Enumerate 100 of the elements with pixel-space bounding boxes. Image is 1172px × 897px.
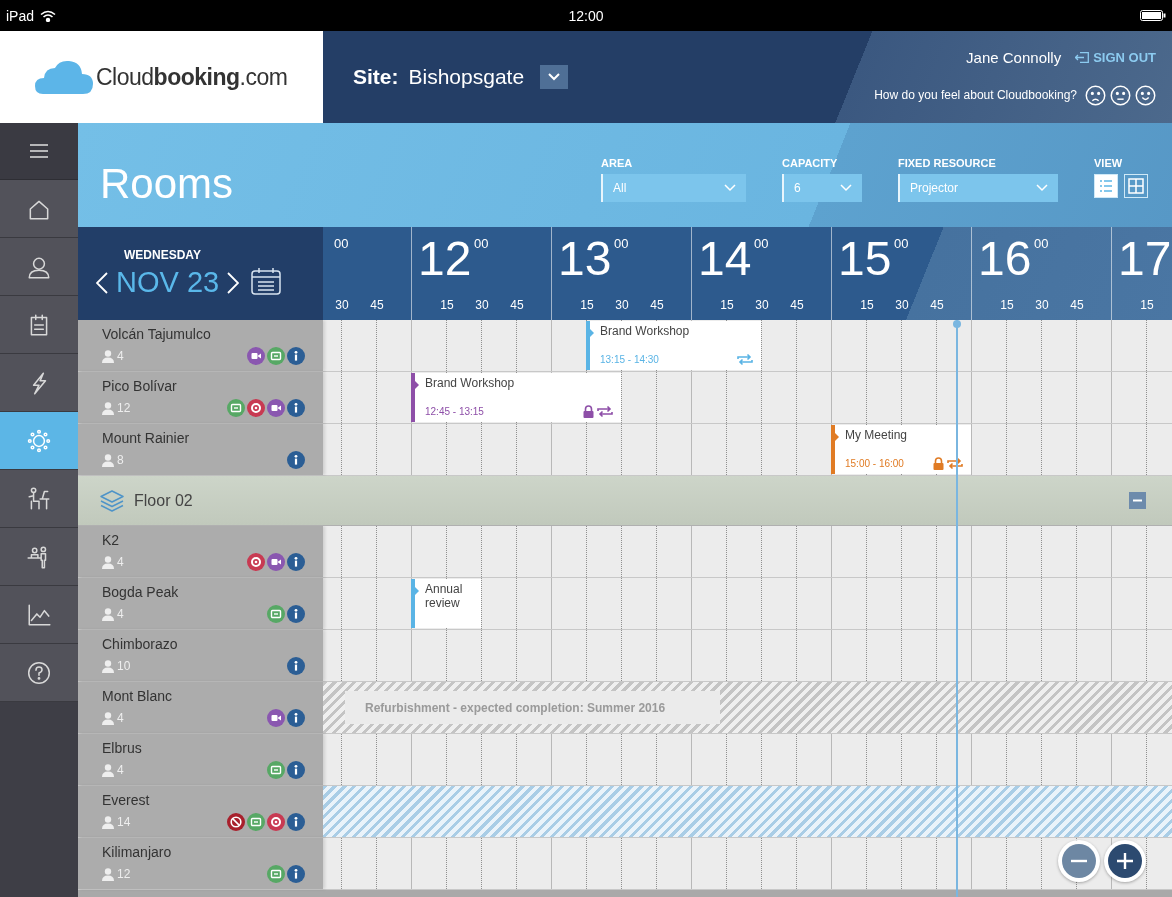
info-icon[interactable] (287, 865, 305, 883)
quarter-label: 15 (999, 298, 1015, 312)
event-time: 13:15 - 14:30 (600, 354, 659, 365)
user-name: Jane Connolly (966, 48, 1062, 66)
filter-label: FIXED RESOURCE (898, 157, 997, 169)
room-info-panel[interactable]: Pico Bolívar 12 (78, 372, 323, 423)
room-name: Kilimanjaro (102, 844, 173, 860)
chevron-left-icon (96, 271, 108, 294)
video-camera-icon[interactable] (267, 399, 285, 417)
room-info-panel[interactable]: Volcán Tajumulco 4 (78, 320, 323, 371)
calendar-button[interactable] (251, 266, 282, 295)
info-icon[interactable] (287, 451, 305, 469)
next-day-button[interactable] (227, 271, 240, 294)
event-card[interactable]: Brand Workshop 13:15 - 14:30 (586, 321, 761, 370)
quarter-label: 45 (929, 298, 945, 312)
site-dropdown-button[interactable] (540, 65, 569, 89)
video-camera-icon[interactable] (247, 347, 265, 365)
video-camera-icon[interactable] (267, 553, 285, 571)
room-capacity: 8 (117, 453, 124, 467)
room-capacity: 4 (117, 349, 124, 363)
quarter-label: 30 (754, 298, 770, 312)
person-icon (102, 867, 114, 881)
room-info-panel[interactable]: K2 4 (78, 526, 323, 577)
event-title: Annual review (425, 583, 464, 611)
battery-icon (1140, 10, 1166, 21)
event-card[interactable]: My Meeting 15:00 - 16:00 (831, 425, 971, 474)
floor-plan-view-button[interactable] (1124, 174, 1148, 198)
room-name: K2 (102, 532, 121, 548)
room-info-panel[interactable]: Everest 14 (78, 786, 323, 837)
sun-icon (26, 427, 52, 454)
neutral-face-button[interactable] (1110, 84, 1131, 106)
help-icon (26, 659, 52, 686)
sidebar-item[interactable] (0, 470, 78, 528)
quarter-label: 15 (719, 298, 735, 312)
room-capacity: 4 (117, 607, 124, 621)
sidebar-item[interactable] (0, 644, 78, 702)
room-capacity: 4 (117, 711, 124, 725)
target-icon[interactable] (247, 553, 265, 571)
floor-header[interactable]: Floor 02 (78, 476, 1172, 526)
device-label: iPad (6, 7, 35, 24)
caret-icon (1036, 184, 1048, 192)
quarter-label: 15 (1139, 298, 1155, 312)
info-icon[interactable] (287, 709, 305, 727)
person-icon (102, 763, 114, 777)
room-info-panel[interactable]: Bogda Peak 4 (78, 578, 323, 629)
person-icon (102, 453, 114, 467)
event-card[interactable]: Brand Workshop 12:45 - 13:15 (411, 373, 621, 422)
target-icon[interactable] (267, 813, 285, 831)
room-capacity: 10 (117, 659, 131, 673)
room-capacity: 4 (117, 763, 124, 777)
room-info-panel[interactable]: Elbrus 4 (78, 734, 323, 785)
info-icon[interactable] (287, 657, 305, 675)
quarter-label: 30 (614, 298, 630, 312)
happy-face-button[interactable] (1135, 84, 1156, 106)
no-entry-icon[interactable] (227, 813, 245, 831)
screen-icon[interactable] (267, 605, 285, 623)
info-icon[interactable] (287, 813, 305, 831)
sidebar-item[interactable] (0, 296, 78, 354)
info-icon[interactable] (287, 399, 305, 417)
info-icon[interactable] (287, 347, 305, 365)
screen-icon[interactable] (267, 761, 285, 779)
wifi-icon (40, 9, 57, 22)
quarter-label: 45 (369, 298, 385, 312)
target-icon[interactable] (247, 399, 265, 417)
logo-text: Cloudbooking.com (96, 63, 288, 91)
hour-label: 00 (333, 235, 350, 250)
previous-day-button[interactable] (96, 271, 108, 294)
room-info-panel[interactable]: Kilimanjaro 12 (78, 838, 323, 889)
room-info-panel[interactable]: Mont Blanc 4 (78, 682, 323, 733)
site-name: Bishopsgate (408, 65, 525, 89)
clock-time: 12:00 (568, 7, 604, 24)
info-icon[interactable] (287, 761, 305, 779)
weekday-label: WEDNESDAY (124, 248, 202, 262)
menu-button[interactable] (0, 123, 78, 180)
screen-icon[interactable] (267, 865, 285, 883)
sidebar-item[interactable] (0, 528, 78, 586)
sidebar-item[interactable] (0, 238, 78, 296)
filter-label: VIEW (1094, 157, 1124, 169)
info-icon[interactable] (287, 605, 305, 623)
room-info-panel[interactable]: Mount Rainier 8 (78, 424, 323, 475)
date-label: NOV 23 (116, 266, 220, 299)
plus-icon (1108, 844, 1142, 878)
person-icon (102, 401, 114, 415)
video-camera-icon[interactable] (267, 709, 285, 727)
sidebar-item[interactable] (0, 586, 78, 644)
sign-out-link[interactable]: SIGN OUT (1075, 49, 1156, 65)
screen-icon[interactable] (227, 399, 245, 417)
caret-icon (840, 184, 852, 192)
info-icon[interactable] (287, 553, 305, 571)
collapse-button[interactable] (1129, 492, 1146, 509)
minus-icon (1062, 844, 1096, 878)
event-card[interactable]: Annual review (411, 579, 481, 628)
sad-face-button[interactable] (1085, 84, 1106, 106)
sign-out-icon (1075, 51, 1090, 63)
room-info-panel[interactable]: Chimborazo 10 (78, 630, 323, 681)
chevron-right-icon (227, 271, 240, 294)
quarter-label: 45 (1069, 298, 1085, 312)
neutral-face-icon (1110, 84, 1131, 106)
page-title: Rooms (100, 160, 235, 208)
screen-icon[interactable] (267, 347, 285, 365)
